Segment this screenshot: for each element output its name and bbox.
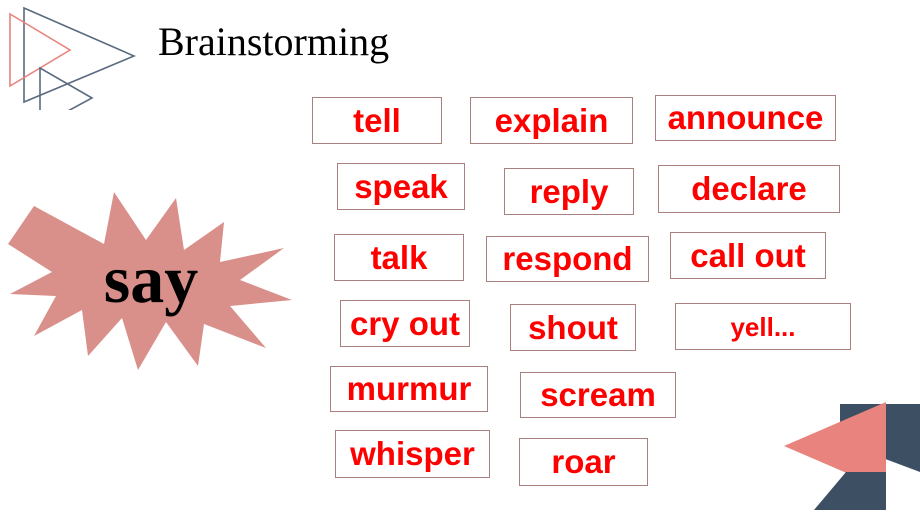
- word-label: murmur: [346, 370, 472, 407]
- word-box[interactable]: cry out: [340, 300, 470, 347]
- inner-triangle-outline-icon: [9, 12, 72, 88]
- page-title: Brainstorming: [158, 19, 390, 64]
- word-label: announce: [667, 99, 824, 136]
- word-label: speak: [354, 167, 448, 205]
- word-label: yell...: [730, 311, 796, 342]
- word-label: respond: [502, 240, 633, 277]
- slate-triangle-lower-icon: [814, 472, 886, 510]
- word-box[interactable]: shout: [510, 304, 636, 351]
- slate-triangle-upper-icon: [840, 404, 920, 472]
- word-box[interactable]: murmur: [330, 366, 488, 412]
- word-label: roar: [551, 443, 616, 480]
- word-box[interactable]: explain: [470, 97, 633, 144]
- word-box[interactable]: call out: [670, 232, 826, 279]
- word-label: whisper: [350, 435, 475, 472]
- word-box[interactable]: announce: [655, 95, 836, 141]
- word-label: cry out: [349, 304, 461, 342]
- word-label: talk: [370, 238, 428, 276]
- starburst-shape: [8, 188, 294, 370]
- word-label: call out: [690, 236, 806, 274]
- large-triangle-outline-icon: [23, 6, 137, 104]
- slide-canvas: Brainstorming say tell explain announce spe…: [0, 0, 920, 518]
- word-box[interactable]: yell...: [675, 303, 851, 350]
- word-label: reply: [529, 172, 609, 210]
- decorative-triangles-bottom-right: [778, 398, 920, 518]
- starburst-polygon-icon: [8, 192, 292, 370]
- pink-triangle-icon: [784, 402, 886, 490]
- word-box[interactable]: declare: [658, 165, 840, 213]
- word-box[interactable]: talk: [334, 234, 464, 281]
- word-box[interactable]: scream: [520, 372, 676, 418]
- word-box[interactable]: whisper: [335, 430, 490, 478]
- word-box[interactable]: reply: [504, 168, 634, 215]
- word-box[interactable]: tell: [312, 97, 442, 144]
- word-label: declare: [691, 170, 807, 207]
- decorative-triangles-top-left: [0, 6, 150, 128]
- word-label: scream: [540, 376, 656, 413]
- word-box[interactable]: speak: [337, 163, 465, 210]
- word-box[interactable]: roar: [519, 438, 648, 486]
- word-label: explain: [494, 101, 609, 139]
- word-box[interactable]: respond: [486, 236, 649, 282]
- word-label: tell: [353, 101, 401, 139]
- word-label: shout: [528, 308, 618, 346]
- small-triangle-outline-icon: [39, 66, 94, 128]
